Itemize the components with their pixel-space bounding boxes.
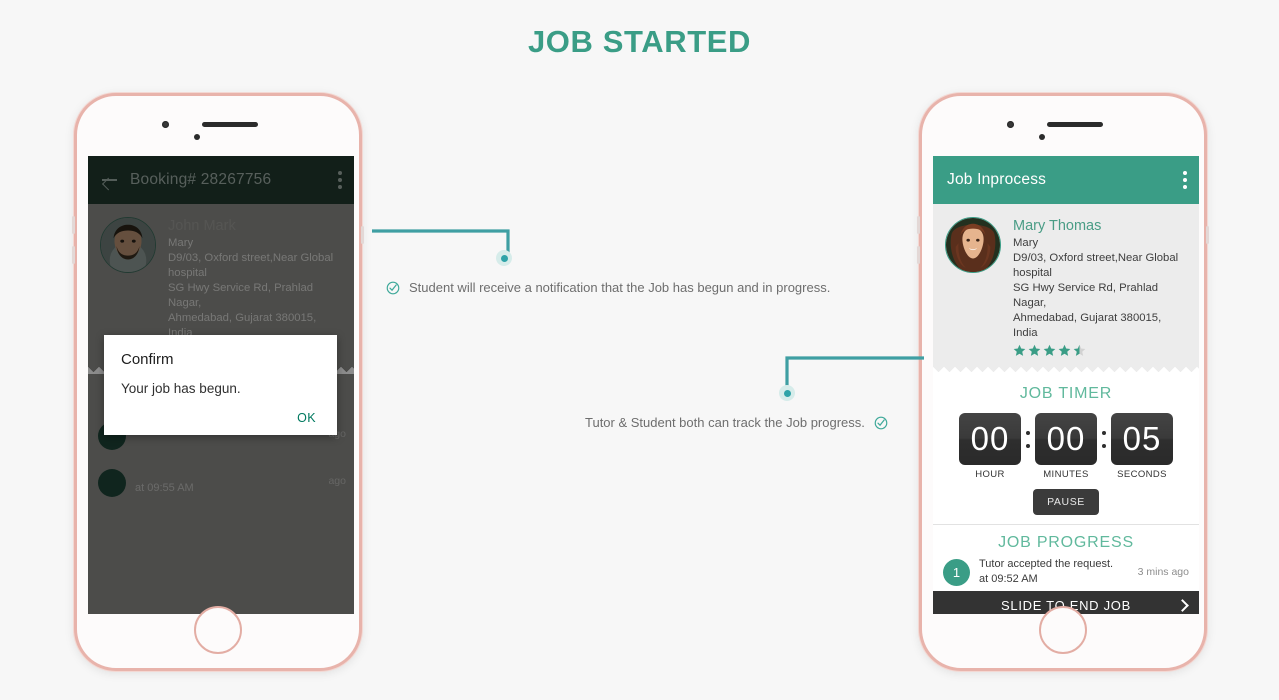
right-appbar-title: Job Inprocess — [947, 171, 1047, 188]
timer-minutes-label: MINUTES — [1043, 469, 1089, 481]
annotation-2-text: Tutor & Student both can track the Job p… — [585, 415, 865, 430]
job-progress-section: JOB PROGRESS 1 Tutor accepted the reques… — [933, 525, 1199, 591]
right-profile-subname: Mary — [1013, 237, 1039, 250]
right-phone-mockup: Job Inprocess Mary Thomas Mary D9/03, Ox… — [917, 93, 1209, 671]
pause-button[interactable]: PAUSE — [1033, 489, 1099, 516]
timer-seconds: 05 SECONDS — [1111, 413, 1173, 480]
progress-item-ago: 3 mins ago — [1137, 566, 1189, 579]
right-profile-name: Mary Thomas — [1013, 218, 1102, 234]
timer-seconds-label: SECONDS — [1117, 469, 1167, 481]
dialog-title: Confirm — [121, 351, 174, 368]
volume-button[interactable] — [917, 216, 920, 234]
proximity-sensor-icon — [162, 121, 169, 128]
timer-hour-value: 00 — [959, 413, 1021, 466]
timer-colon-2 — [1102, 413, 1106, 449]
dialog-message: Your job has begun. — [121, 381, 241, 396]
avatar-illustration — [946, 218, 1000, 272]
annotation-1-text: Student will receive a notification that… — [409, 280, 831, 295]
timer-seconds-value: 05 — [1111, 413, 1173, 466]
volume-down-button[interactable] — [72, 246, 75, 264]
connector-line-2 — [785, 356, 924, 388]
right-profile-address-3: SG Hwy Service Rd, Prahlad Nagar, — [1013, 282, 1159, 310]
kebab-menu-icon[interactable] — [1183, 171, 1187, 189]
star-icon — [1013, 345, 1026, 357]
job-timer-title: JOB TIMER — [1019, 385, 1113, 403]
timer-hour-label: HOUR — [975, 469, 1005, 481]
mary-thomas-avatar — [945, 217, 1001, 273]
progress-list-item: 1 Tutor accepted the request. at 09:52 A… — [933, 552, 1199, 591]
front-camera-icon — [1039, 134, 1045, 140]
volume-down-button[interactable] — [917, 246, 920, 264]
proximity-sensor-icon — [1007, 121, 1014, 128]
right-phone-screen: Job Inprocess Mary Thomas Mary D9/03, Ox… — [933, 156, 1199, 614]
connector-dot-1 — [496, 250, 512, 266]
right-profile-address-1: D9/03, Oxford street,Near Global — [1013, 252, 1179, 265]
timer-minutes: 00 MINUTES — [1035, 413, 1097, 480]
chevron-right-icon — [1176, 599, 1189, 613]
star-icon — [1073, 345, 1086, 357]
page-title: JOB STARTED — [527, 24, 752, 59]
right-profile-card: Mary Thomas Mary D9/03, Oxford street,Ne… — [933, 204, 1199, 368]
connector-dot-2 — [779, 385, 795, 401]
right-zigzag-divider — [933, 367, 1199, 376]
power-button[interactable] — [361, 226, 364, 244]
right-appbar: Job Inprocess — [933, 156, 1199, 204]
annotation-2: Tutor & Student both can track the Job p… — [585, 415, 888, 430]
right-profile-address-4: Ahmedabad, Gujarat 380015, India — [1013, 312, 1162, 340]
home-button[interactable] — [1039, 606, 1087, 654]
progress-step-badge: 1 — [943, 558, 970, 586]
confirm-dialog: Confirm Your job has begun. OK — [104, 335, 337, 435]
star-icon — [1043, 345, 1056, 357]
timer-hour: 00 HOUR — [959, 413, 1021, 480]
front-camera-icon — [194, 134, 200, 140]
dialog-ok-button[interactable]: OK — [121, 411, 320, 425]
left-phone-mockup: Booking# 28267756 John Mark Mary D9/03, … — [72, 93, 364, 671]
timer-display: 00 HOUR 00 MINUTES 05 SECONDS — [933, 413, 1199, 480]
right-profile-address-2: hospital — [1013, 267, 1052, 280]
job-progress-title: JOB PROGRESS — [998, 534, 1134, 552]
earpiece-speaker-icon — [1047, 122, 1103, 127]
progress-item-time: at 09:52 AM — [979, 573, 1038, 586]
volume-button[interactable] — [72, 216, 75, 234]
progress-item-text: Tutor accepted the request. — [979, 558, 1114, 571]
right-rating-stars — [1013, 344, 1187, 357]
home-button[interactable] — [194, 606, 242, 654]
annotation-1: Student will receive a notification that… — [386, 280, 830, 295]
check-circle-icon — [874, 416, 888, 429]
star-icon — [1028, 345, 1041, 357]
job-timer-section: JOB TIMER 00 HOUR 00 MINUTES 05 SECONDS — [933, 374, 1199, 525]
check-circle-icon — [386, 281, 400, 294]
star-icon — [1058, 345, 1071, 357]
canvas: JOB STARTED Booking# 28267756 John Mark … — [0, 0, 1279, 700]
connector-line-1 — [372, 229, 510, 261]
earpiece-speaker-icon — [202, 122, 258, 127]
power-button[interactable] — [1206, 226, 1209, 244]
left-phone-screen: Booking# 28267756 John Mark Mary D9/03, … — [88, 156, 354, 614]
timer-minutes-value: 00 — [1035, 413, 1097, 466]
timer-colon-1 — [1026, 413, 1030, 449]
